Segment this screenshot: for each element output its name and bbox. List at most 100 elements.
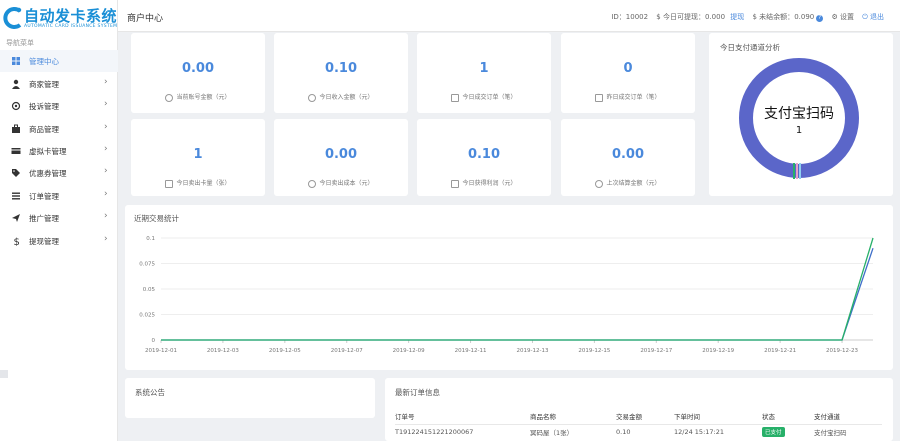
profit-icon [451,179,460,188]
x-tick-label: 2019-12-17 [640,348,672,354]
col-time: 下单时间 [674,408,762,425]
sidebar-item-product[interactable]: 商品管理 › [0,118,118,140]
stat-label-text: 今日卖出卡量（张） [176,180,231,187]
stat-label: 今日获得利润（元） [417,178,551,188]
brand-name: 自动发卡系统 [24,7,118,25]
sidebar-item-order[interactable]: 订单管理 › [0,185,118,207]
order-no: T191224151221200067 [395,428,474,437]
order-icon [451,93,460,102]
stat-value: 0.10 [324,61,358,76]
bag-icon [12,124,20,133]
withdraw-link[interactable]: 提现 [730,13,744,21]
orders-card: 最新订单信息 订单号 商品名称 交易金额 下单时间 状态 支付通道 T19122… [385,378,893,441]
order-channel: 支付宝扫码 [814,429,847,438]
x-tick-label: 2019-12-21 [764,348,796,354]
donut-gap-green [793,163,795,179]
sidebar-item-label: 推广管理 [29,214,59,223]
scroll-indicator[interactable] [0,370,8,378]
top-header: 商户中心 ID：10002 $ 今日可提现：0.000 提现 $ 未结余额：0.… [118,0,900,32]
y-tick-label: 0.025 [139,313,155,319]
x-tick-label: 2019-12-15 [578,348,610,354]
donut-gap-cyan [799,163,801,179]
power-icon: ⏻ [862,13,868,21]
order-time: 12/24 15:17:21 [674,428,724,437]
stat-card: 0.00 上次结算金额（元） [561,119,695,196]
y-tick-label: 0.1 [146,236,155,242]
box-icon [308,179,317,188]
merchant-id-label: ID： [611,13,626,21]
dashboard-icon [12,57,20,65]
stat-label: 今日收入金额（元） [274,92,408,102]
gear-icon: ⚙ [831,13,838,21]
x-tick-label: 2019-12-23 [826,348,858,354]
col-status: 状态 [762,408,814,425]
sidebar-item-complaint[interactable]: 投诉管理 › [0,95,118,117]
stat-label: 上次结算金额（元） [561,178,695,188]
settle-icon [595,179,604,188]
gear-icon [11,101,21,111]
x-tick-label: 2019-12-09 [393,348,425,354]
x-tick-label: 2019-12-05 [269,348,301,354]
help-icon[interactable]: ? [816,15,824,22]
table-row[interactable]: T191224151221200067 冥码屋（1张） 0.10 12/24 1… [395,424,882,440]
stat-value: 1 [479,61,489,76]
order-product: 冥码屋（1张） [530,429,574,438]
sidebar-item-label: 投诉管理 [29,102,59,111]
trend-line-chart: 0 0.025 0.05 0.075 0.1 2019-12-01 2019-12-03 20… [139,236,874,354]
stat-label-text: 今日卖出成本（元） [319,180,374,187]
stat-card: 0.00 今日卖出成本（元） [274,119,408,196]
trend-card: 近期交易统计 0 0.025 0.05 0.075 0.1 2019-12-01 2019-… [125,205,893,370]
sidebar-item-label: 商品管理 [29,125,59,134]
y-tick-label: 0.05 [143,287,156,293]
stat-card: 1 今日卖出卡量（张） [131,119,265,196]
logo-icon [3,7,22,29]
col-channel: 支付通道 [814,408,882,425]
col-amount: 交易金额 [616,408,674,425]
logo[interactable]: 自动发卡系统 AUTOMATIC CARD ISSUANCE SYSTEM [2,4,118,34]
sidebar-item-merchant[interactable]: 商家管理 › [0,73,118,95]
x-tick-label: 2019-12-07 [331,348,363,354]
chevron-right-icon: › [104,189,108,199]
stat-card: 0 昨日成交订单（笔） [561,33,695,113]
user-icon [12,79,20,89]
unsettled-value: 0.090 [794,13,815,21]
header-info: ID：10002 $ 今日可提现：0.000 提现 $ 未结余额：0.090? … [605,12,884,22]
dollar-icon: $ [14,237,20,246]
y-tick-label: 0.075 [139,262,155,268]
page-title: 商户中心 [127,14,164,24]
sidebar-item-promotion[interactable]: 推广管理 › [0,207,118,229]
withdraw-value: 0.000 [704,13,726,21]
sidebar-item-dashboard[interactable]: 管理中心 [0,50,118,72]
logout-link[interactable]: ⏻ 退出 [862,13,884,21]
sidebar-item-label: 虚拟卡管理 [29,147,67,156]
brand-tagline: AUTOMATIC CARD ISSUANCE SYSTEM [24,24,118,29]
orders-table: 订单号 商品名称 交易金额 下单时间 状态 支付通道 T191224151221… [395,408,882,440]
stat-label-text: 上次结算金额（元） [606,180,661,187]
stat-label: 今日成交订单（笔） [417,92,551,102]
stat-card: 0.00 当前账号金额（元） [131,33,265,113]
nav-title: 导航菜单 [6,39,34,47]
card-icon [11,148,21,154]
stat-value: 0.00 [324,147,358,162]
donut-gap-pink [796,163,798,179]
settings-link[interactable]: ⚙ 设置 [831,13,854,21]
sidebar-item-coupon[interactable]: 优惠券管理 › [0,162,118,184]
settings-label: 设置 [839,13,854,21]
stat-card: 0.10 今日收入金额（元） [274,33,408,113]
chevron-right-icon: › [104,144,108,154]
merchant-id-value: 10002 [625,13,649,21]
stat-label: 昨日成交订单（笔） [561,92,695,102]
stat-label-text: 昨日成交订单（笔） [606,94,661,101]
withdraw-label: $ 今日可提现： [656,13,705,21]
logout-label: 退出 [870,13,884,21]
notice-card: 系统公告 [125,378,375,418]
sidebar-item-virtual-card[interactable]: 虚拟卡管理 › [0,140,118,162]
stat-value: 0.00 [611,147,645,162]
send-icon [12,214,20,222]
sidebar-item-withdraw[interactable]: $ 提现管理 › [0,230,118,252]
x-tick-label: 2019-12-01 [145,348,177,354]
tag-icon [12,169,20,177]
chevron-right-icon: › [104,166,108,176]
table-header-row: 订单号 商品名称 交易金额 下单时间 状态 支付通道 [395,408,882,425]
stat-label: 今日卖出卡量（张） [131,178,265,188]
